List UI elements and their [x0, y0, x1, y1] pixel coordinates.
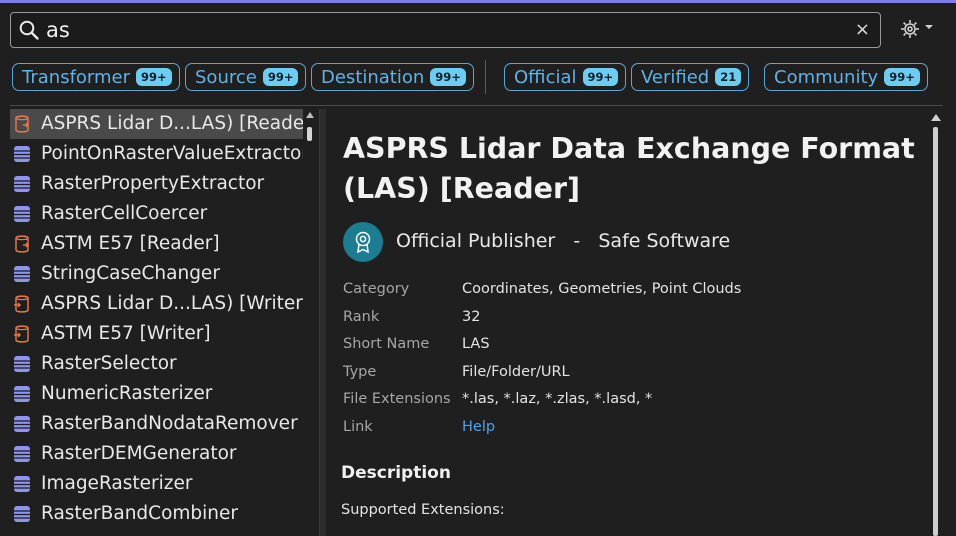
filter-official[interactable]: Official 99+	[504, 63, 627, 91]
filter-count-badge: 99+	[430, 68, 466, 86]
gear-icon[interactable]	[900, 19, 920, 43]
property-value: LAS	[462, 336, 490, 352]
transformer-icon	[13, 175, 31, 193]
transformer-icon	[13, 355, 31, 373]
list-item[interactable]: RasterPropertyExtractor	[10, 169, 303, 199]
scroll-thumb[interactable]	[933, 127, 938, 536]
list-item-label: NumericRasterizer	[41, 383, 213, 404]
search-input[interactable]	[46, 18, 826, 42]
list-item[interactable]: RasterBandNodataRemover	[10, 409, 303, 439]
detail-title: ASPRS Lidar Data Exchange Format (LAS) […	[343, 132, 915, 205]
list-item-label: RasterDEMGenerator	[41, 443, 237, 464]
filter-label: Source	[195, 66, 257, 88]
filter-count-badge: 99+	[884, 68, 920, 86]
filter-source[interactable]: Source 99+	[185, 63, 307, 91]
transformer-icon	[13, 265, 31, 283]
window-accent-line	[0, 0, 956, 3]
list-item[interactable]: RasterSelector	[10, 349, 303, 379]
transformer-icon	[13, 505, 31, 523]
property-key: Type	[343, 363, 377, 380]
filter-label: Official	[514, 66, 577, 88]
list-item[interactable]: PointOnRasterValueExtractor	[10, 139, 303, 169]
transformer-icon	[13, 205, 31, 223]
list-item[interactable]: ASPRS Lidar D...LAS) [Writer]	[10, 289, 303, 319]
list-item[interactable]: StringCaseChanger	[10, 259, 303, 289]
list-item[interactable]: ASTM E57 [Writer]	[10, 319, 303, 349]
filter-verified[interactable]: Verified 21	[631, 63, 750, 91]
filter-count-badge: 99+	[136, 68, 172, 86]
filter-label: Verified	[641, 66, 710, 88]
transformer-icon	[13, 475, 31, 493]
transformer-icon	[13, 385, 31, 403]
divider	[10, 105, 943, 106]
results-list: ASPRS Lidar D...LAS) [Reader] PointOnRas…	[10, 109, 303, 536]
list-item-label: RasterSelector	[41, 353, 177, 374]
reader-icon	[13, 235, 31, 253]
list-item[interactable]: NumericRasterizer	[10, 379, 303, 409]
publisher-separator: -	[573, 230, 581, 252]
list-item-label: StringCaseChanger	[41, 263, 220, 284]
list-item-label: ASTM E57 [Reader]	[41, 233, 220, 254]
detail-scrollbar[interactable]	[930, 109, 942, 536]
property-value: *.las, *.laz, *.zlas, *.lasd, *	[462, 391, 653, 407]
list-item[interactable]: RasterCellCoercer	[10, 199, 303, 229]
filter-count-badge: 99+	[582, 68, 619, 86]
description-text: Supported Extensions:	[341, 502, 505, 518]
detail-panel: ASPRS Lidar Data Exchange Format (LAS) […	[325, 109, 925, 536]
writer-icon	[13, 295, 31, 313]
scroll-up-arrow-icon[interactable]	[931, 114, 941, 121]
publisher-line: Official Publisher - Safe Software	[396, 230, 730, 252]
official-publisher-icon	[343, 222, 383, 262]
description-heading: Description	[341, 463, 451, 483]
property-value: Coordinates, Geometries, Point Clouds	[462, 281, 742, 297]
property-key: File Extensions	[343, 391, 451, 407]
list-item-label: ASPRS Lidar D...LAS) [Reader]	[41, 113, 303, 134]
property-value: 32	[462, 308, 481, 325]
list-item[interactable]: RasterBandCombiner	[10, 499, 303, 529]
filter-count-badge: 99+	[262, 68, 299, 86]
clear-search-icon[interactable]: ×	[855, 19, 870, 40]
help-link[interactable]: Help	[462, 419, 495, 435]
property-key: Category	[343, 281, 410, 297]
list-item-label: RasterCellCoercer	[41, 203, 208, 224]
scroll-up-arrow-icon[interactable]	[306, 112, 314, 118]
list-item-label: ASPRS Lidar D...LAS) [Writer]	[41, 293, 303, 314]
filter-label: Community	[774, 66, 879, 88]
reader-icon	[13, 115, 31, 133]
filter-label: Destination	[321, 66, 425, 88]
filter-count-badge: 21	[715, 68, 742, 86]
publisher-name: Safe Software	[598, 230, 731, 252]
filter-label: Transformer	[22, 66, 131, 88]
filter-divider	[485, 60, 486, 94]
writer-icon	[13, 325, 31, 343]
list-item-label: ImageRasterizer	[41, 473, 193, 494]
chevron-down-icon[interactable]	[925, 25, 933, 29]
filter-destination[interactable]: Destination 99+	[311, 63, 474, 91]
list-item[interactable]: ASPRS Lidar D...LAS) [Reader]	[10, 109, 303, 139]
filter-transformer[interactable]: Transformer 99+	[12, 63, 180, 91]
scroll-thumb[interactable]	[307, 127, 312, 141]
list-item-label: RasterBandCombiner	[41, 503, 239, 524]
transformer-icon	[13, 145, 31, 163]
transformer-icon	[13, 445, 31, 463]
list-item[interactable]	[10, 529, 303, 536]
property-key: Link	[343, 418, 373, 435]
publisher-type: Official Publisher	[396, 230, 556, 252]
property-value: File/Folder/URL	[462, 363, 570, 380]
list-item-label: RasterBandNodataRemover	[41, 413, 298, 434]
search-box[interactable]: ×	[10, 12, 881, 48]
filter-community[interactable]: Community 99+	[764, 63, 928, 91]
property-key: Rank	[343, 308, 380, 325]
list-item-label: ASTM E57 [Writer]	[41, 323, 211, 344]
transformer-icon	[13, 415, 31, 433]
list-scrollbar[interactable]	[305, 109, 315, 536]
property-key: Short Name	[343, 336, 430, 352]
list-item[interactable]: ImageRasterizer	[10, 469, 303, 499]
list-item[interactable]: ASTM E57 [Reader]	[10, 229, 303, 259]
list-item[interactable]: RasterDEMGenerator	[10, 439, 303, 469]
list-item-label: RasterPropertyExtractor	[41, 173, 265, 194]
list-item-label: PointOnRasterValueExtractor	[41, 143, 303, 164]
search-icon	[18, 19, 40, 45]
